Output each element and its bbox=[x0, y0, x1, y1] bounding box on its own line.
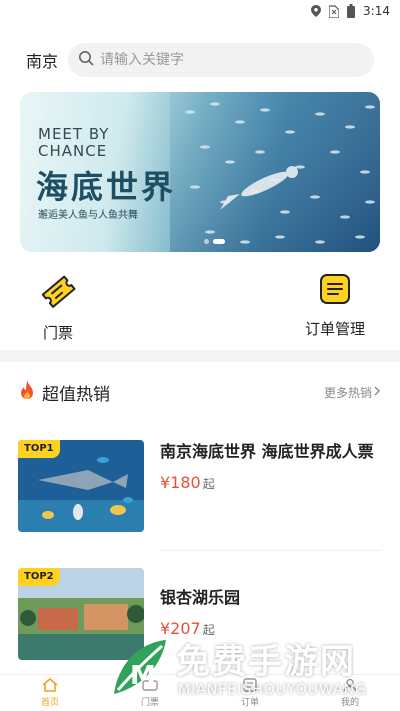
section-divider bbox=[0, 350, 400, 362]
rank-badge: TOP1 bbox=[18, 440, 60, 458]
nav-profile[interactable]: 我的 bbox=[300, 675, 400, 711]
product-card[interactable]: TOP1 南京海底世界 海底世界成人票 ¥180 起 bbox=[18, 440, 382, 532]
search-input[interactable] bbox=[100, 52, 320, 68]
hot-sales-title: 超值热销 bbox=[42, 384, 110, 405]
order-management-entry[interactable]: 订单管理 bbox=[300, 272, 370, 339]
status-bar: 3:14 bbox=[0, 0, 400, 22]
bottom-nav: 首页 门票 订单 我的 bbox=[0, 674, 400, 711]
search-bar[interactable] bbox=[68, 43, 374, 77]
product-name: 南京海底世界 海底世界成人票 bbox=[160, 442, 374, 461]
product-info: 银杏湖乐园 ¥207 起 bbox=[160, 568, 380, 660]
product-info: 南京海底世界 海底世界成人票 ¥180 起 bbox=[160, 440, 380, 532]
product-thumbnail: TOP2 bbox=[18, 568, 144, 660]
nav-orders[interactable]: 订单 bbox=[200, 675, 300, 711]
ticket-icon bbox=[39, 272, 77, 314]
ticket-entry-label: 门票 bbox=[42, 324, 73, 342]
carousel-dot[interactable] bbox=[204, 239, 209, 244]
fish-school-image bbox=[170, 92, 380, 252]
nav-home[interactable]: 首页 bbox=[0, 675, 100, 711]
more-hot-link[interactable]: 更多热销 bbox=[324, 384, 382, 401]
location-icon bbox=[311, 5, 322, 17]
hot-sales-header: 超值热销 更多热销 bbox=[18, 378, 382, 406]
battery-icon bbox=[347, 4, 356, 18]
product-thumbnail: TOP1 bbox=[18, 440, 144, 532]
product-card[interactable]: TOP2 银杏湖乐园 ¥207 起 bbox=[18, 568, 382, 660]
card-divider bbox=[160, 550, 382, 551]
carousel-indicator bbox=[204, 239, 229, 244]
sim-icon bbox=[329, 4, 340, 18]
banner-carousel[interactable]: MEET BY CHANCE 海底世界 邂逅美人鱼与人鱼共舞 bbox=[20, 92, 380, 252]
search-icon bbox=[78, 50, 100, 70]
carousel-dot-active[interactable] bbox=[213, 239, 225, 244]
user-icon bbox=[342, 678, 358, 695]
product-name: 银杏湖乐园 bbox=[160, 588, 241, 607]
order-icon bbox=[242, 678, 258, 695]
home-icon bbox=[42, 677, 58, 695]
chevron-right-icon bbox=[372, 385, 382, 400]
banner-subtitle: 邂逅美人鱼与人鱼共舞 bbox=[38, 210, 138, 221]
ticket-icon bbox=[142, 678, 158, 695]
status-time: 3:14 bbox=[363, 4, 390, 18]
ticket-entry[interactable]: 门票 bbox=[30, 272, 86, 343]
product-price: ¥207 起 bbox=[160, 619, 215, 638]
product-price: ¥180 起 bbox=[160, 473, 215, 492]
flame-icon bbox=[18, 379, 36, 405]
city-selector[interactable]: 南京 bbox=[26, 48, 66, 72]
order-entry-label: 订单管理 bbox=[304, 320, 365, 338]
banner-title: 海底世界 bbox=[36, 168, 177, 206]
nav-tickets[interactable]: 门票 bbox=[100, 675, 200, 711]
banner-english-title: MEET BY CHANCE bbox=[38, 125, 110, 160]
order-list-icon bbox=[318, 272, 352, 310]
rank-badge: TOP2 bbox=[18, 568, 60, 586]
header: 南京 bbox=[0, 42, 400, 78]
